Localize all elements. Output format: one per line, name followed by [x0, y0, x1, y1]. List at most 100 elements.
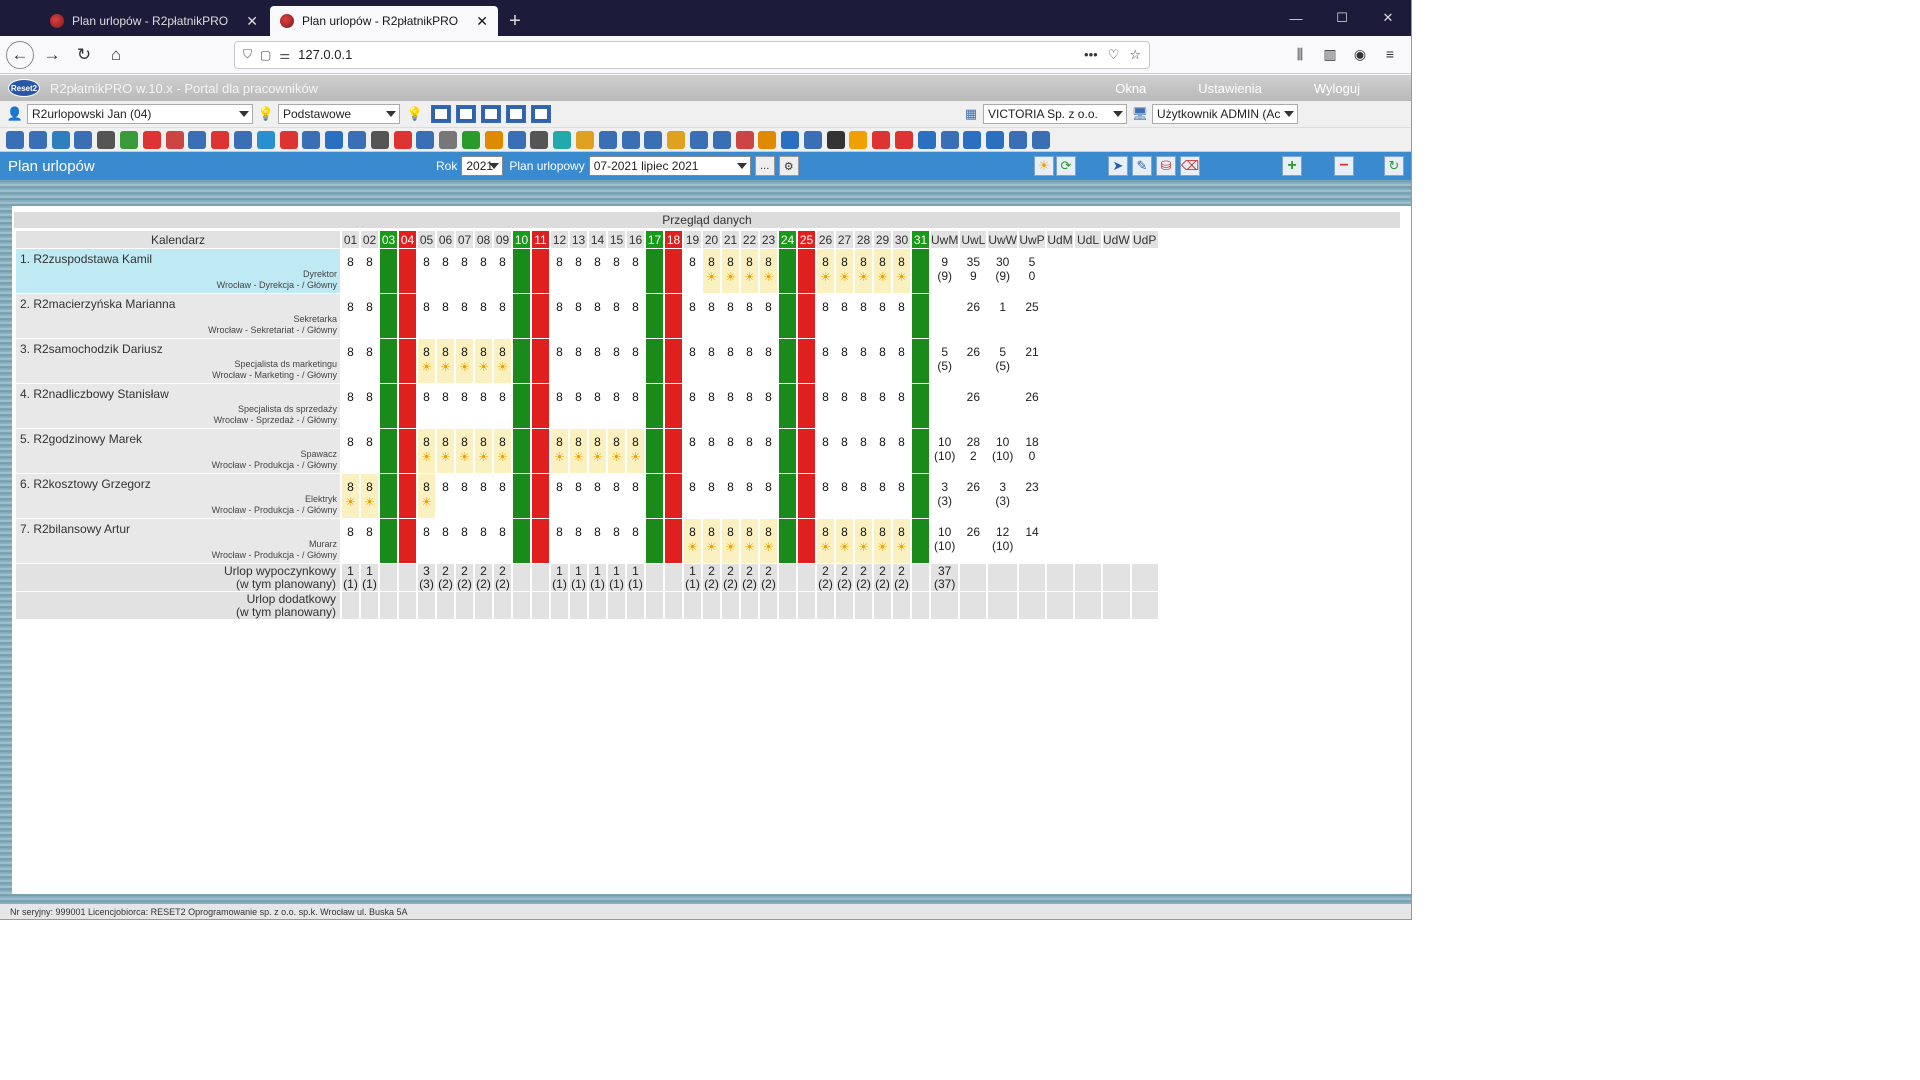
- day-cell[interactable]: [665, 384, 682, 428]
- module-icon-25[interactable]: [553, 130, 572, 149]
- day-cell[interactable]: [532, 249, 549, 293]
- day-cell[interactable]: 8 ☀: [494, 339, 511, 383]
- day-header-23[interactable]: 23: [760, 231, 777, 248]
- module-icon-14[interactable]: [302, 130, 321, 149]
- window-layout-2-button[interactable]: [456, 105, 476, 123]
- window-layout-4-button[interactable]: [506, 105, 526, 123]
- day-cell[interactable]: [646, 519, 663, 563]
- day-cell[interactable]: 8: [494, 474, 511, 518]
- employee-name-cell[interactable]: 6. R2kosztowy Grzegorz Elektryk Wrocław - …: [16, 474, 340, 518]
- module-icon-36[interactable]: [803, 130, 822, 149]
- pointer-icon[interactable]: ➤: [1108, 156, 1128, 176]
- day-cell[interactable]: 8: [342, 519, 359, 563]
- day-cell[interactable]: 8 ☀: [456, 429, 473, 473]
- day-cell[interactable]: 8: [342, 429, 359, 473]
- day-cell[interactable]: 8: [361, 294, 378, 338]
- day-header-07[interactable]: 07: [456, 231, 473, 248]
- module-icon-15[interactable]: [325, 130, 344, 149]
- day-cell[interactable]: [399, 384, 416, 428]
- day-cell[interactable]: 8: [494, 384, 511, 428]
- module-icon-18[interactable]: [393, 130, 412, 149]
- day-cell[interactable]: 8: [817, 339, 834, 383]
- day-cell[interactable]: 8: [874, 339, 891, 383]
- day-cell[interactable]: 8: [760, 429, 777, 473]
- day-cell[interactable]: 8: [893, 294, 910, 338]
- module-icon-8[interactable]: [165, 130, 184, 149]
- day-cell[interactable]: 8 ☀: [855, 249, 872, 293]
- day-cell[interactable]: 8: [608, 249, 625, 293]
- url-bar[interactable]: ⛉ ▢ ⚌ 127.0.0.1 ••• ♡ ☆: [234, 40, 1150, 69]
- day-cell[interactable]: [380, 294, 397, 338]
- day-cell[interactable]: 8: [817, 429, 834, 473]
- day-cell[interactable]: 8 ☀: [703, 249, 720, 293]
- day-cell[interactable]: 8 ☀: [342, 474, 359, 518]
- module-icon-13[interactable]: [279, 130, 298, 149]
- day-cell[interactable]: [779, 249, 796, 293]
- menu-ustawienia[interactable]: Ustawienia: [1198, 81, 1262, 96]
- day-cell[interactable]: [399, 519, 416, 563]
- account-icon[interactable]: ◉: [1345, 46, 1375, 63]
- day-cell[interactable]: 8 ☀: [817, 249, 834, 293]
- day-cell[interactable]: 8: [627, 339, 644, 383]
- day-cell[interactable]: 8: [893, 474, 910, 518]
- day-cell[interactable]: 8: [361, 339, 378, 383]
- day-cell[interactable]: [532, 294, 549, 338]
- day-cell[interactable]: [798, 294, 815, 338]
- day-cell[interactable]: 8: [760, 384, 777, 428]
- day-cell[interactable]: 8: [551, 519, 568, 563]
- day-cell[interactable]: 8 ☀: [836, 519, 853, 563]
- day-cell[interactable]: 8 ☀: [874, 519, 891, 563]
- day-cell[interactable]: [513, 474, 530, 518]
- day-cell[interactable]: 8: [760, 339, 777, 383]
- day-cell[interactable]: 8: [684, 474, 701, 518]
- day-cell[interactable]: 8: [741, 294, 758, 338]
- day-header-06[interactable]: 06: [437, 231, 454, 248]
- day-cell[interactable]: [798, 384, 815, 428]
- day-cell[interactable]: 8: [475, 519, 492, 563]
- day-header-08[interactable]: 08: [475, 231, 492, 248]
- module-icon-40[interactable]: [895, 130, 914, 149]
- pencil-icon[interactable]: ✎: [1132, 156, 1152, 176]
- day-cell[interactable]: 8: [684, 429, 701, 473]
- day-cell[interactable]: 8: [342, 384, 359, 428]
- day-cell[interactable]: 8: [456, 519, 473, 563]
- day-cell[interactable]: 8 ☀: [893, 519, 910, 563]
- day-cell[interactable]: 8: [437, 384, 454, 428]
- day-cell[interactable]: [912, 429, 929, 473]
- day-cell[interactable]: [380, 474, 397, 518]
- day-cell[interactable]: 8: [855, 339, 872, 383]
- module-icon-6[interactable]: [119, 130, 138, 149]
- day-cell[interactable]: [779, 474, 796, 518]
- day-cell[interactable]: [665, 339, 682, 383]
- day-cell[interactable]: 8: [836, 474, 853, 518]
- module-icon-38[interactable]: [849, 130, 868, 149]
- sidebar-icon[interactable]: ▥: [1315, 46, 1345, 63]
- module-icon-42[interactable]: [940, 130, 959, 149]
- module-icon-46[interactable]: [1031, 130, 1050, 149]
- day-cell[interactable]: 8: [418, 249, 435, 293]
- day-cell[interactable]: 8 ☀: [475, 429, 492, 473]
- day-cell[interactable]: 8 ☀: [418, 429, 435, 473]
- window-layout-3-button[interactable]: [481, 105, 501, 123]
- day-header-11[interactable]: 11: [532, 231, 549, 248]
- module-icon-45[interactable]: [1009, 130, 1028, 149]
- day-cell[interactable]: 8 ☀: [703, 519, 720, 563]
- day-cell[interactable]: [912, 384, 929, 428]
- day-cell[interactable]: [912, 249, 929, 293]
- day-cell[interactable]: 8: [817, 384, 834, 428]
- day-cell[interactable]: 8: [836, 429, 853, 473]
- day-cell[interactable]: 8: [684, 249, 701, 293]
- day-header-13[interactable]: 13: [570, 231, 587, 248]
- day-cell[interactable]: 8: [418, 294, 435, 338]
- close-tab-icon[interactable]: ✕: [246, 13, 258, 30]
- day-cell[interactable]: 8: [456, 294, 473, 338]
- module-icon-23[interactable]: [507, 130, 526, 149]
- day-header-28[interactable]: 28: [855, 231, 872, 248]
- day-cell[interactable]: 8: [475, 474, 492, 518]
- day-cell[interactable]: 8: [855, 429, 872, 473]
- day-cell[interactable]: 8: [342, 249, 359, 293]
- day-cell[interactable]: [779, 294, 796, 338]
- day-cell[interactable]: 8: [722, 474, 739, 518]
- day-cell[interactable]: [779, 519, 796, 563]
- home-button[interactable]: ⌂: [102, 41, 130, 69]
